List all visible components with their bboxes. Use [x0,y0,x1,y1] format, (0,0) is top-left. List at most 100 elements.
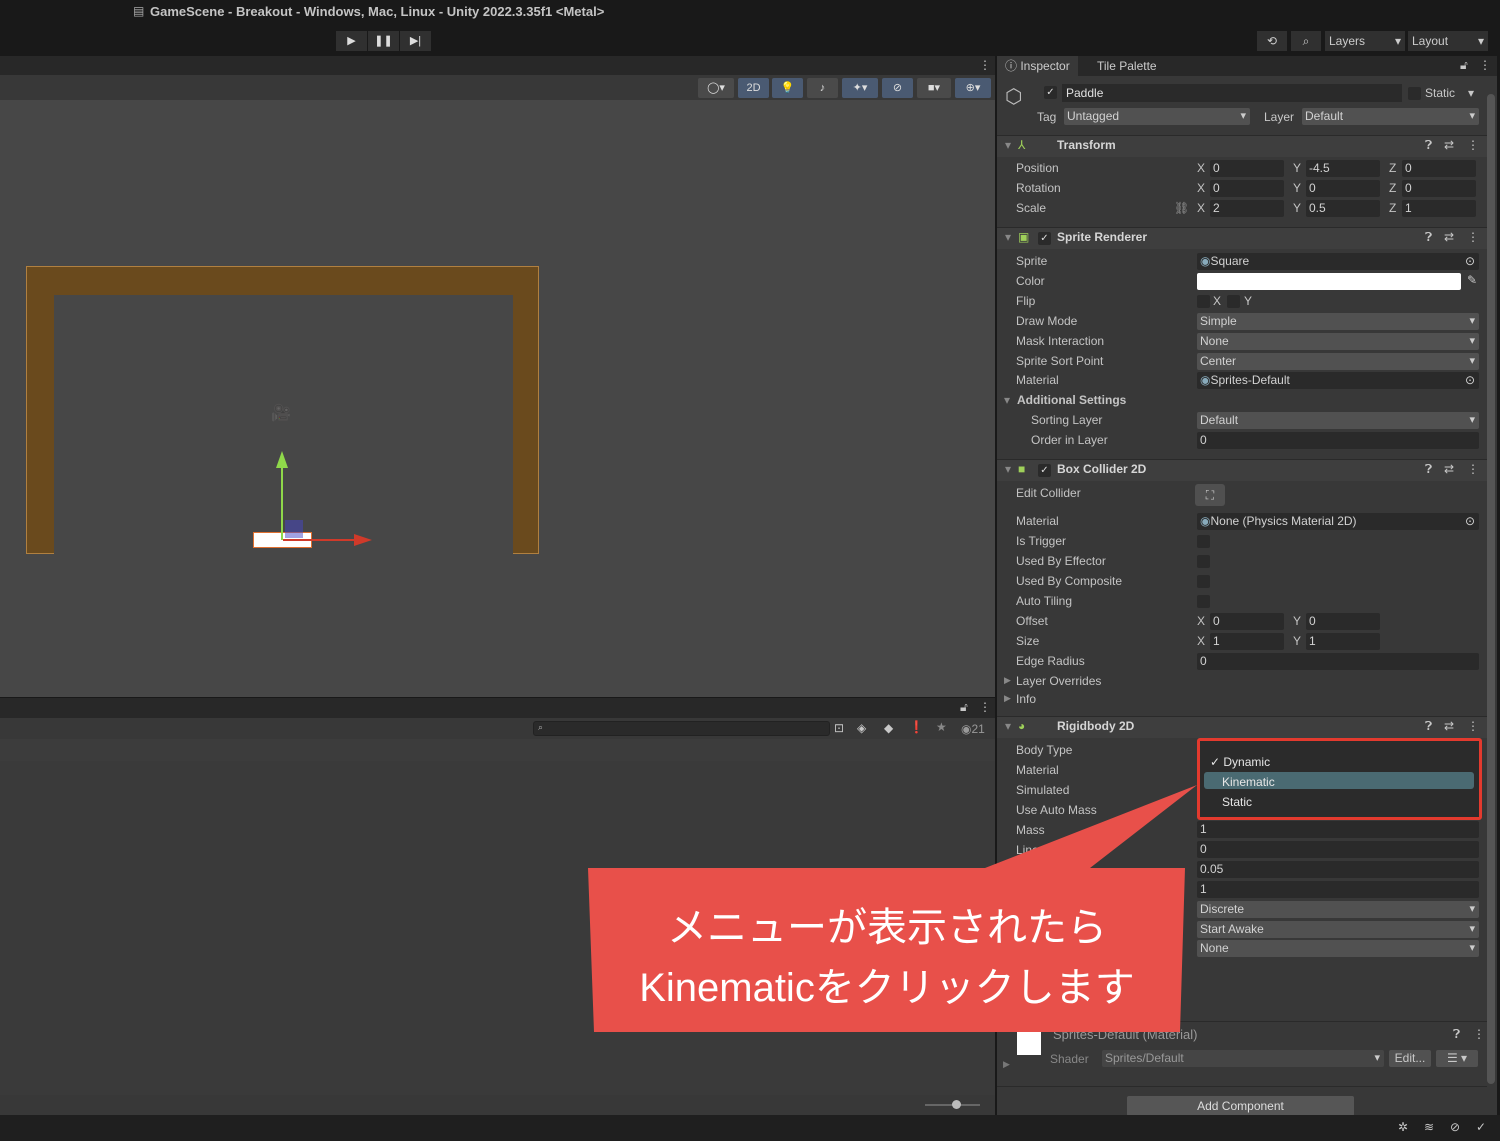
object-picker-icon[interactable]: ⊙ [1465,253,1475,270]
lock-icon[interactable]: 🔓︎ [1460,58,1468,73]
layer-overrides-foldout-icon[interactable]: ▶ [1004,675,1011,686]
rigidbody-value-6-dropdown[interactable]: None [1197,940,1479,958]
flip-x-checkbox[interactable] [1197,294,1210,308]
object-name-field[interactable]: Paddle [1062,84,1402,102]
box-collider-help-icon[interactable]: ❓︎ [1425,462,1432,477]
position-x-field[interactable]: 0 [1210,160,1284,177]
history-icon[interactable]: ⟲ [1257,31,1287,51]
box-collider-foldout-icon[interactable]: ▾ [1005,462,1011,476]
step-button[interactable]: ▶| [400,31,431,51]
box-collider-enabled-checkbox[interactable]: ✓ [1038,464,1051,477]
offset-x-field[interactable]: 0 [1210,613,1284,630]
camera-icon[interactable]: ■▾ [917,78,951,98]
sorting-layer-dropdown[interactable]: Default [1197,412,1479,430]
filter-label-icon[interactable]: ◈ [857,721,866,735]
material-help-icon[interactable]: ❓︎ [1453,1027,1460,1042]
check-icon[interactable]: ✓ [1476,1120,1486,1134]
more-icon[interactable]: ⋮ [979,58,991,72]
material-object-field[interactable]: ◉None (Physics Material 2D) ⊙ [1197,513,1479,530]
sprite-renderer-help-icon[interactable]: ❓︎ [1425,230,1432,245]
menu-item-dynamic[interactable]: ✓ Dynamic [1210,755,1270,769]
rigidbody-value-0-field[interactable]: 1 [1197,821,1479,838]
static-checkbox[interactable] [1408,87,1421,100]
color-color-field[interactable] [1197,272,1461,290]
menu-item-kinematic[interactable]: Kinematic [1222,775,1275,789]
rigidbody-presets-icon[interactable]: ⇄ [1444,719,1454,733]
sprite-renderer-more-icon[interactable]: ⋮ [1467,230,1479,244]
edit-collider-button[interactable]: ⛶ [1195,484,1225,506]
position-z-field[interactable]: 0 [1402,160,1476,177]
static-dropdown[interactable]: ▾ [1468,86,1474,100]
add-component-button[interactable]: Add Component [1127,1096,1354,1116]
layers-status-icon[interactable]: ≋ [1424,1120,1434,1134]
scale-x-field[interactable]: 2 [1210,200,1284,217]
layer-dropdown[interactable]: Default [1302,108,1479,125]
tab-inspector[interactable]: ⓘ Inspector [997,56,1078,76]
tag-dropdown[interactable]: Untagged [1064,108,1250,125]
tab-tile-palette[interactable]: Tile Palette [1089,56,1165,76]
info-foldout-icon[interactable]: ▶ [1004,693,1011,704]
sprite-renderer-enabled-checkbox[interactable]: ✓ [1038,232,1051,245]
used-by-composite-checkbox[interactable] [1197,575,1210,588]
sprite-renderer-presets-icon[interactable]: ⇄ [1444,230,1454,244]
rigidbody-value-2-field[interactable]: 0.05 [1197,860,1479,878]
object-picker-icon[interactable]: ⊙ [1465,513,1475,530]
visibility-count[interactable]: ◉21 [961,722,985,736]
constrain-proportions-icon[interactable]: ⛓ [1174,201,1189,215]
camera-gizmo-icon[interactable]: 🎥 [271,403,291,423]
zoom-slider-thumb[interactable] [952,1100,961,1109]
y-axis-handle[interactable] [281,466,283,540]
box-collider-more-icon[interactable]: ⋮ [1467,462,1479,476]
rotation-x-field[interactable]: 0 [1210,180,1284,197]
rotation-y-field[interactable]: 0 [1306,180,1380,197]
sprite-renderer-foldout-icon[interactable]: ▾ [1005,230,1011,244]
audio-icon[interactable]: ♪ [807,78,838,98]
rigidbody-more-icon[interactable]: ⋮ [1467,719,1479,733]
layers-dropdown[interactable]: Layers ▾ [1325,31,1405,51]
size-y-field[interactable]: 1 [1306,633,1380,650]
scale-y-field[interactable]: 0.5 [1306,200,1380,217]
mask-interaction-dropdown[interactable]: None [1197,332,1479,350]
tag-icon[interactable]: ◆ [884,721,893,735]
rigidbody-value-1-field[interactable]: 0 [1197,840,1479,858]
sprite-object-field[interactable]: ◉Square ⊙ [1197,253,1479,270]
more-icon[interactable]: ⋮ [1479,58,1491,72]
inspector-scrollbar[interactable] [1487,94,1495,1084]
size-x-field[interactable]: 1 [1210,633,1284,650]
rigidbody-value-3-field[interactable]: 1 [1197,880,1479,898]
is-trigger-checkbox[interactable] [1197,535,1210,548]
material-foldout-icon[interactable]: ▶ [1003,1059,1010,1070]
material-object-field[interactable]: ◉Sprites-Default ⊙ [1197,372,1479,390]
flip-y-checkbox[interactable] [1227,294,1240,308]
layout-dropdown[interactable]: Layout ▾ [1408,31,1488,51]
lock-icon[interactable]: 🔓︎ [960,700,968,715]
debug-icon[interactable]: ✲ [1398,1120,1408,1134]
favorite-icon[interactable]: ★ [936,720,947,734]
x-axis-handle[interactable] [283,539,355,541]
offset-y-field[interactable]: 0 [1306,613,1380,630]
color-eyedropper-icon[interactable]: ✎ [1467,273,1477,287]
shader-dropdown[interactable]: Sprites/Default [1102,1050,1384,1067]
rotation-z-field[interactable]: 0 [1402,180,1476,197]
draw-mode-icon[interactable]: ◯▾ [698,78,734,98]
transform-more-icon[interactable]: ⋮ [1467,138,1479,152]
used-by-effector-checkbox[interactable] [1197,555,1210,568]
active-checkbox[interactable]: ✓ [1044,86,1057,99]
shader-options-dropdown[interactable]: ☰ ▾ [1436,1050,1478,1067]
auto-tiling-checkbox[interactable] [1197,595,1210,608]
cache-icon[interactable]: ⊘ [1450,1120,1460,1134]
x-arrow-icon[interactable] [354,534,372,546]
shader-edit-button[interactable]: Edit... [1389,1050,1431,1067]
order-in-layer-field[interactable]: 0 [1197,432,1479,450]
rigidbody-foldout-icon[interactable]: ▾ [1005,719,1011,733]
rigidbody-value-4-dropdown[interactable]: Discrete [1197,900,1479,918]
box-collider-presets-icon[interactable]: ⇄ [1444,462,1454,476]
draw-mode-dropdown[interactable]: Simple [1197,312,1479,330]
transform-foldout-icon[interactable]: ▾ [1005,138,1011,152]
lighting-icon[interactable]: 💡 [772,78,803,98]
search-icon[interactable]: ⌕ [1291,31,1321,51]
pause-button[interactable]: ❚❚ [368,31,399,51]
more-icon[interactable]: ⋮ [979,700,991,714]
sprite-sort-point-dropdown[interactable]: Center [1197,352,1479,370]
object-picker-icon[interactable]: ⊙ [1465,372,1475,389]
